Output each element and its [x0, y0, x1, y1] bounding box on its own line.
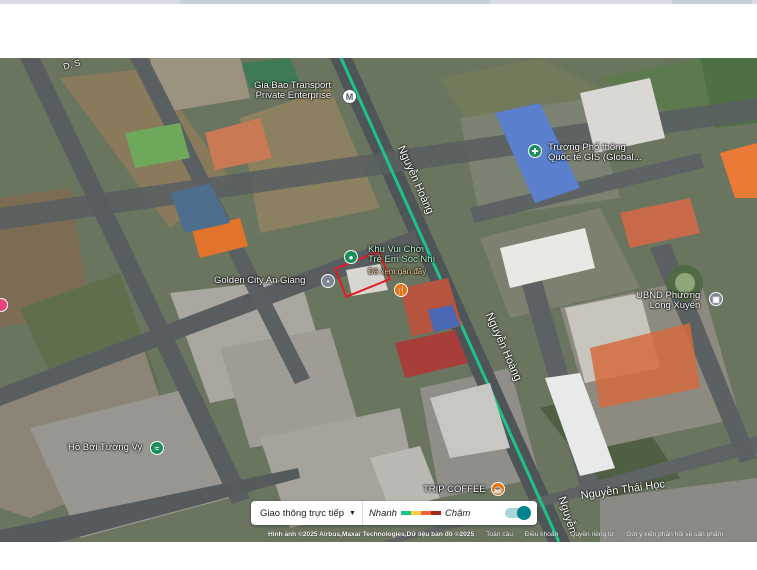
terms-link[interactable]: Điều khoản [525, 531, 558, 542]
restaurant-pin-icon[interactable]: 🍴 [394, 283, 408, 297]
pool-pin-icon[interactable]: ≈ [150, 441, 164, 455]
traffic-color-slow [420, 511, 431, 515]
search-box-edge[interactable] [180, 0, 490, 4]
playground-pin-icon[interactable]: ● [344, 250, 358, 264]
traffic-color-scale [400, 511, 441, 515]
traffic-mode-label: Giao thông trực tiếp [260, 507, 344, 519]
traffic-color-fast [400, 511, 411, 515]
account-area-edge[interactable] [672, 0, 752, 4]
poi-label-khu-vui-choi[interactable]: Khu Vui Chơi Trẻ Em Sóc Nhí [368, 245, 435, 265]
school-pin-icon[interactable]: ✚ [528, 144, 542, 158]
cafe-pin-icon[interactable]: ☕ [491, 482, 505, 496]
toggle-knob [517, 506, 531, 520]
poi-label-ho-boi[interactable]: Hồ Bơi Tường Vy [68, 443, 142, 453]
poi-label-gia-bao[interactable]: Gia Bao Transport Private Enterprise [254, 81, 331, 101]
scale-link[interactable]: Toàn cầu [486, 531, 513, 542]
poi-label-ubnd[interactable]: UBND Phường Long Xuyên [636, 291, 700, 311]
traffic-layer-control: Giao thông trực tiếp ▼ Nhanh Chậm [251, 501, 537, 525]
traffic-legend: Nhanh Chậm [363, 508, 476, 519]
traffic-toggle[interactable] [505, 506, 531, 520]
feedback-link[interactable]: Gửi ý kiến phản hồi về sản phẩm [626, 531, 723, 542]
building-pin-icon[interactable]: ▪ [321, 274, 335, 288]
metro-station-icon[interactable]: M [342, 89, 357, 104]
traffic-mode-dropdown[interactable]: Giao thông trực tiếp ▼ [251, 501, 363, 525]
map-attribution: Hình ảnh ©2025 Airbus,Maxar Technologies… [268, 531, 723, 542]
top-toolbar-strip [0, 0, 757, 4]
traffic-color-medium [410, 511, 421, 515]
traffic-fast-label: Nhanh [368, 507, 397, 519]
poi-label-truong-gis[interactable]: Trường Phổ thông Quốc tế GIS (Global... [548, 143, 641, 163]
chevron-down-icon: ▼ [349, 509, 356, 517]
privacy-link[interactable]: Quyền riêng tư [570, 531, 614, 542]
traffic-slow-label: Chậm [444, 507, 471, 519]
recently-viewed-label: Đã xem gần đây [368, 267, 427, 276]
satellite-map[interactable]: Gia Bao Transport Private Enterprise M ✚… [0, 58, 757, 542]
poi-label-trip-coffee[interactable]: TRIP COFFEE [423, 485, 486, 495]
poi-label-golden-city[interactable]: Golden City An Giang [214, 276, 305, 286]
imagery-credit: Hình ảnh ©2025 Airbus,Maxar Technologies… [268, 531, 475, 538]
traffic-color-very-slow [430, 511, 441, 515]
government-pin-icon[interactable]: ▣ [709, 292, 723, 306]
